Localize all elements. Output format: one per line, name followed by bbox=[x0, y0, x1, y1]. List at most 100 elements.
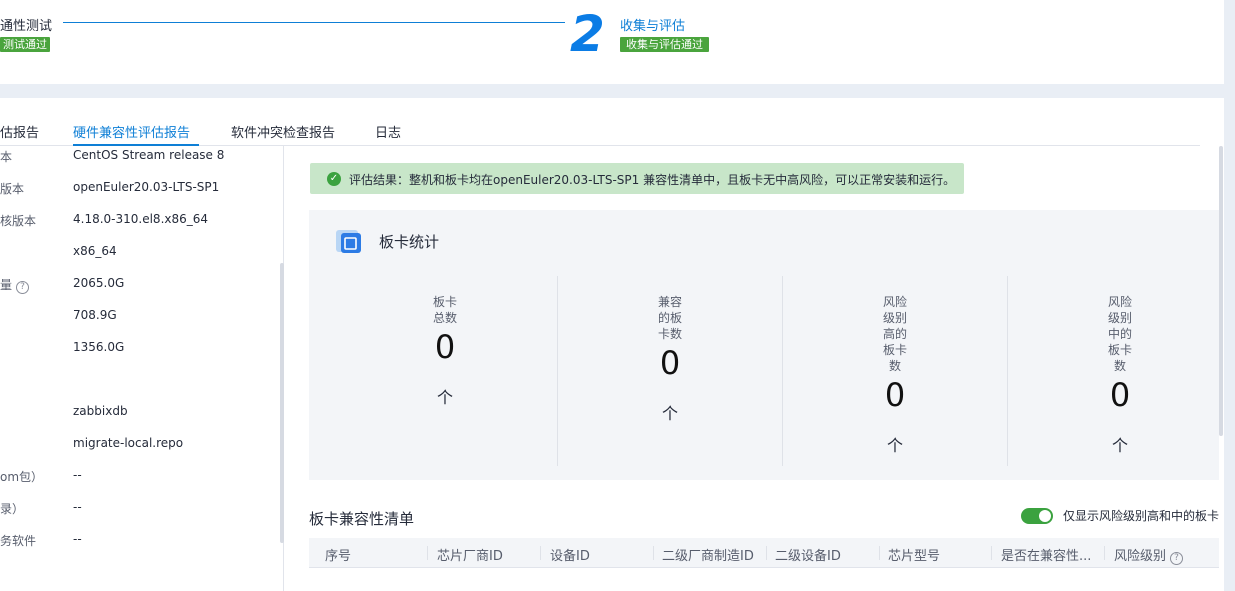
step2-status-badge: 收集与评估通过 bbox=[620, 37, 709, 52]
info-row: 本 CentOS Stream release 8 bbox=[0, 148, 280, 168]
column-header[interactable]: 芯片厂商ID bbox=[437, 545, 503, 564]
evaluation-result-alert: ✓ 评估结果：整机和板卡均在openEuler20.03-LTS-SP1 兼容性… bbox=[310, 163, 964, 194]
info-label: 本 bbox=[0, 150, 13, 164]
info-row: 1356.0G bbox=[0, 340, 280, 360]
info-label: 版本 bbox=[0, 182, 25, 196]
info-label: om包） bbox=[0, 470, 44, 484]
info-label: 量? bbox=[0, 276, 30, 294]
help-icon[interactable]: ? bbox=[16, 281, 30, 294]
info-row: 量? 2065.0G bbox=[0, 276, 280, 296]
risk-filter-toggle[interactable] bbox=[1021, 508, 1053, 524]
stat-unit: 个 bbox=[661, 404, 678, 423]
stat-label-line: 兼容 bbox=[657, 295, 682, 309]
info-value: migrate-local.repo bbox=[73, 436, 184, 450]
info-value: -- bbox=[73, 532, 82, 546]
stat-label-line: 中的 bbox=[1107, 327, 1132, 341]
stat-label-line: 数 bbox=[1113, 359, 1126, 373]
stat-label-line: 高的 bbox=[882, 327, 907, 341]
info-row: migrate-local.repo bbox=[0, 436, 280, 456]
info-value: -- bbox=[73, 468, 82, 482]
help-icon[interactable]: ? bbox=[1170, 552, 1184, 565]
report-tabs: 估报告 硬件兼容性评估报告 软件冲突检查报告 日志 bbox=[0, 98, 1200, 146]
info-column-scrollbar[interactable] bbox=[280, 263, 284, 543]
column-divider[interactable] bbox=[540, 546, 541, 560]
info-label: 务软件 bbox=[0, 534, 37, 548]
column-divider[interactable] bbox=[766, 546, 767, 560]
tab-software-conflict[interactable]: 软件冲突检查报告 bbox=[231, 122, 335, 141]
info-value: 4.18.0-310.el8.x86_64 bbox=[73, 212, 209, 226]
board-table-header: 序号 芯片厂商ID 设备ID 二级厂商制造ID 二级设备ID 芯片型号 是否在兼… bbox=[309, 538, 1219, 568]
toggle-knob bbox=[1039, 510, 1051, 522]
info-row: 708.9G bbox=[0, 308, 280, 328]
column-header[interactable]: 二级设备ID bbox=[775, 545, 841, 564]
stat-unit: 个 bbox=[436, 388, 453, 407]
step1-title: 通性测试 bbox=[0, 19, 53, 34]
tab-log[interactable]: 日志 bbox=[375, 122, 401, 141]
column-header[interactable]: 二级厂商制造ID bbox=[662, 545, 754, 564]
stat-value: 0 bbox=[1109, 376, 1131, 414]
info-value: 1356.0G bbox=[73, 340, 125, 354]
column-divider[interactable] bbox=[991, 546, 992, 560]
info-label-text: 量 bbox=[0, 278, 13, 292]
check-circle-icon: ✓ bbox=[327, 172, 341, 186]
stats-title: 板卡统计 bbox=[379, 233, 440, 251]
column-divider[interactable] bbox=[427, 546, 428, 560]
info-label: 核版本 bbox=[0, 214, 37, 228]
info-row: 录） -- bbox=[0, 500, 280, 520]
system-info-column: 本 CentOS Stream release 8 版本 openEuler20… bbox=[0, 146, 284, 591]
stat-medium-risk-boards: 风险 级别 中的 板卡 数 0 个 bbox=[1007, 276, 1233, 466]
info-row: x86_64 bbox=[0, 244, 280, 264]
info-label: 录） bbox=[0, 502, 25, 516]
step1-status-badge: 测试通过 bbox=[0, 37, 50, 52]
stat-unit: 个 bbox=[1111, 436, 1128, 455]
info-value: zabbixdb bbox=[73, 404, 128, 418]
stat-label-line: 级别 bbox=[882, 311, 907, 325]
column-header[interactable]: 是否在兼容性... bbox=[1001, 545, 1091, 564]
stat-value: 0 bbox=[659, 344, 681, 382]
stat-label-line: 数 bbox=[888, 359, 901, 373]
info-value: CentOS Stream release 8 bbox=[73, 148, 225, 162]
info-row bbox=[0, 372, 280, 392]
column-header[interactable]: 设备ID bbox=[550, 545, 590, 564]
content-scrollbar[interactable] bbox=[1219, 146, 1223, 436]
info-row: 核版本 4.18.0-310.el8.x86_64 bbox=[0, 212, 280, 232]
tab-evaluation-report[interactable]: 估报告 bbox=[0, 122, 39, 141]
info-value: x86_64 bbox=[73, 244, 117, 258]
column-header-text: 风险级别 bbox=[1114, 549, 1167, 564]
info-row: 务软件 -- bbox=[0, 532, 280, 552]
stat-unit: 个 bbox=[886, 436, 903, 455]
info-value: 2065.0G bbox=[73, 276, 125, 290]
info-row: 版本 openEuler20.03-LTS-SP1 bbox=[0, 180, 280, 200]
info-value: openEuler20.03-LTS-SP1 bbox=[73, 180, 220, 194]
stat-label-line: 风险 bbox=[1107, 295, 1132, 309]
stat-label-line: 级别 bbox=[1107, 311, 1132, 325]
column-header[interactable]: 芯片型号 bbox=[888, 545, 940, 564]
progress-stepper: 通性测试 测试通过 2 收集与评估 收集与评估通过 bbox=[0, 0, 1224, 84]
board-stats-icon bbox=[336, 230, 361, 253]
column-header[interactable]: 风险级别? bbox=[1114, 545, 1184, 565]
stat-label-line: 板卡 bbox=[882, 343, 907, 357]
report-panel: 估报告 硬件兼容性评估报告 软件冲突检查报告 日志 本 CentOS Strea… bbox=[0, 98, 1224, 591]
board-stats-panel: 板卡统计 板卡 总数 0 个 兼容 的板 卡数 0 个 风险 级别 高的 板卡 … bbox=[309, 210, 1219, 480]
stat-label-line: 卡数 bbox=[657, 327, 682, 341]
stat-value: 0 bbox=[884, 376, 906, 414]
stat-label-line: 板卡 bbox=[1107, 343, 1132, 357]
step-connector-line bbox=[63, 22, 565, 23]
column-divider[interactable] bbox=[653, 546, 654, 560]
alert-text: 评估结果：整机和板卡均在openEuler20.03-LTS-SP1 兼容性清单… bbox=[349, 173, 956, 187]
column-divider[interactable] bbox=[879, 546, 880, 560]
step2-title: 收集与评估 bbox=[620, 19, 686, 34]
stat-compatible-boards: 兼容 的板 卡数 0 个 bbox=[557, 276, 783, 466]
tab-hardware-compatibility[interactable]: 硬件兼容性评估报告 bbox=[73, 122, 190, 141]
risk-filter-label: 仅显示风险级别高和中的板卡 bbox=[1063, 509, 1220, 523]
stat-label-line: 总数 bbox=[432, 311, 457, 325]
column-divider[interactable] bbox=[1104, 546, 1105, 560]
board-list-title: 板卡兼容性清单 bbox=[309, 510, 415, 528]
stat-label-line: 板卡 bbox=[432, 295, 457, 309]
column-header[interactable]: 序号 bbox=[325, 545, 351, 564]
step2-number: 2 bbox=[570, 5, 605, 63]
info-value: 708.9G bbox=[73, 308, 117, 322]
stat-value: 0 bbox=[434, 328, 456, 366]
stat-high-risk-boards: 风险 级别 高的 板卡 数 0 个 bbox=[782, 276, 1008, 466]
stat-total-boards: 板卡 总数 0 个 bbox=[332, 276, 558, 466]
